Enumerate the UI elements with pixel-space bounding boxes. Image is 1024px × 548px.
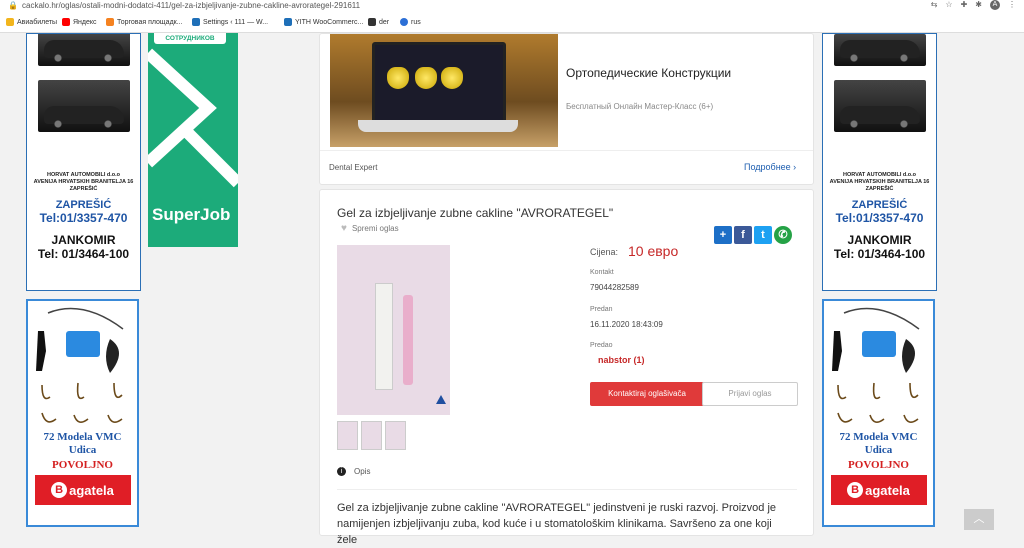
car-image xyxy=(833,80,926,132)
divider xyxy=(337,489,797,490)
ad-city-big: ZAPREŠIĆ xyxy=(851,199,908,211)
posted-value: 16.11.2020 18:43:09 xyxy=(590,320,663,329)
description-header: i Opis xyxy=(337,467,370,476)
sponsored-ad-card[interactable]: Ортопедические Конструкции Бесплатный Он… xyxy=(319,33,814,185)
contact-label: Kontakt xyxy=(590,269,614,276)
ad-phone-2: Tel: 01/3464-100 xyxy=(37,247,130,261)
ad-banner-cars-right[interactable]: HORVAT AUTOMOBILI d.o.o AVENIJA HRVATSKI… xyxy=(822,33,937,291)
ad-banner-fishing-left[interactable]: 72 Modela VMC Udica POVOLJNO Bagatela xyxy=(26,299,139,527)
posted-label: Predan xyxy=(590,306,613,313)
bookmarks-bar: Авиабилеты Яндекс Торговая площадк... Se… xyxy=(0,12,1024,33)
ad-price-note: POVOLJNO xyxy=(848,459,909,471)
more-link[interactable]: Подробнее › xyxy=(744,162,796,172)
listing-description: Gel za izbjeljivanje zubne cakline "AVRO… xyxy=(337,502,777,546)
ad-banner-superjob[interactable]: СОТРУДНИКОВ SuperJob xyxy=(148,33,238,247)
ad-phone: Tel:01/3357-470 xyxy=(835,211,924,225)
facebook-icon[interactable]: f xyxy=(734,226,752,244)
car-image xyxy=(37,34,130,66)
url-text[interactable]: cackalo.hr/oglas/ostali-modni-dodatci-41… xyxy=(22,1,360,10)
divider xyxy=(320,150,813,151)
listing-title: Gel za izbjeljivanje zubne cakline "AVRO… xyxy=(337,206,614,220)
ad-image xyxy=(330,34,558,147)
ad-company: HORVAT AUTOMOBILI d.o.o xyxy=(842,172,917,178)
bookmark-icon xyxy=(6,18,14,26)
menu-icon[interactable]: ⋮ xyxy=(1008,0,1016,10)
whatsapp-icon[interactable]: ✆ xyxy=(774,226,792,244)
bookmark-item[interactable]: Яндекс xyxy=(62,18,97,26)
save-listing-button[interactable]: ♥ Spremi oglas xyxy=(341,223,399,234)
ad-title-line: 72 Modela VMC xyxy=(43,431,122,443)
ad-name: JANKOMIR xyxy=(847,233,912,247)
bookmark-item[interactable]: YITH WooCommerc... xyxy=(284,18,363,26)
ad-name: JANKOMIR xyxy=(51,233,116,247)
fishing-graphic xyxy=(28,301,137,431)
ad-city: ZAPREŠIĆ xyxy=(865,186,894,192)
ad-title-line: Udica xyxy=(864,444,893,456)
ad-city: ZAPREŠIĆ xyxy=(69,186,98,192)
sponsored-ad-brand: Dental Expert xyxy=(329,163,378,172)
price-label: Cijena: xyxy=(590,247,619,257)
bookmark-item[interactable]: Торговая площадк... xyxy=(106,18,183,26)
info-icon: i xyxy=(337,467,346,476)
bookmark-item[interactable]: Авиабилеты xyxy=(6,18,57,26)
ad-banner-fishing-right[interactable]: 72 Modela VMC Udica POVOLJNO Bagatela xyxy=(822,299,935,527)
contact-seller-button[interactable]: Kontaktiraj oglašivača xyxy=(590,382,704,406)
bookmark-item[interactable]: rus xyxy=(400,18,421,26)
star-icon[interactable]: ☆ xyxy=(945,0,952,10)
scroll-to-top-button[interactable]: ︿ xyxy=(964,509,994,530)
translate-icon[interactable]: ⇆ xyxy=(931,0,938,10)
ad-title-line: Udica xyxy=(68,444,97,456)
report-listing-button[interactable]: Prijavi oglas xyxy=(702,382,798,406)
bookmark-icon xyxy=(106,18,114,26)
listing-card: Gel za izbjeljivanje zubne cakline "AVRO… xyxy=(319,189,814,546)
twitter-icon[interactable]: t xyxy=(754,226,772,244)
yandex-icon xyxy=(62,18,70,26)
bagatela-logo: Bagatela xyxy=(34,475,131,505)
car-image xyxy=(37,80,130,132)
puzzle-icon[interactable]: ✱ xyxy=(975,0,982,10)
sponsored-ad-title[interactable]: Ортопедические Конструкции xyxy=(566,66,731,80)
ad-title-line: 72 Modela VMC xyxy=(839,431,918,443)
ad-address: AVENIJA HRVATSKIH BRANITELJA 16 xyxy=(829,179,930,185)
bookmark-icon xyxy=(284,18,292,26)
ad-address: AVENIJA HRVATSKIH BRANITELJA 16 xyxy=(33,179,134,185)
product-photo[interactable] xyxy=(337,245,450,415)
bookmark-icon xyxy=(192,18,200,26)
photo-thumbnails xyxy=(337,421,406,450)
globe-icon xyxy=(400,18,408,26)
contact-value: 79044282589 xyxy=(590,283,639,292)
avatar[interactable]: A xyxy=(990,0,1000,10)
chevron-up-icon: ︿ xyxy=(973,513,985,525)
ad-phone: Tel:01/3357-470 xyxy=(39,211,128,225)
lock-icon: 🔒 xyxy=(8,1,18,10)
bagatela-logo: Bagatela xyxy=(830,475,927,505)
superjob-logo: SuperJob xyxy=(152,205,231,224)
price-value: 10 евро xyxy=(628,243,679,259)
seller-link[interactable]: nabstor (1) xyxy=(598,355,645,365)
sponsored-ad-subtitle: Бесплатный Онлайн Мастер-Класс (6+) xyxy=(566,102,714,111)
address-bar[interactable]: 🔒 cackalo.hr/oglas/ostali-modni-dodatci-… xyxy=(0,0,1024,12)
bookmark-item[interactable]: der xyxy=(368,18,389,26)
ad-city-big: ZAPREŠIĆ xyxy=(55,199,112,211)
share-plus-icon[interactable]: + xyxy=(714,226,732,244)
thumbnail[interactable] xyxy=(385,421,406,450)
ad-company: HORVAT AUTOMOBILI d.o.o xyxy=(46,172,121,178)
heart-icon: ♥ xyxy=(341,223,347,234)
bookmark-icon xyxy=(368,18,376,26)
seller-label: Predao xyxy=(590,342,613,349)
fishing-graphic xyxy=(824,301,933,431)
thumbnail[interactable] xyxy=(337,421,358,450)
share-buttons: + f t ✆ xyxy=(714,226,792,244)
ad-phone-2: Tel: 01/3464-100 xyxy=(833,247,926,261)
bookmark-item[interactable]: Settings ‹ 111 — W... xyxy=(192,18,268,26)
ad-banner-cars-left[interactable]: HORVAT AUTOMOBILI d.o.o AVENIJA HRVATSKI… xyxy=(26,33,141,291)
car-image xyxy=(833,34,926,66)
extension-icon[interactable]: ✚ xyxy=(961,0,968,10)
ad-price-note: POVOLJNO xyxy=(52,459,113,471)
thumbnail[interactable] xyxy=(361,421,382,450)
